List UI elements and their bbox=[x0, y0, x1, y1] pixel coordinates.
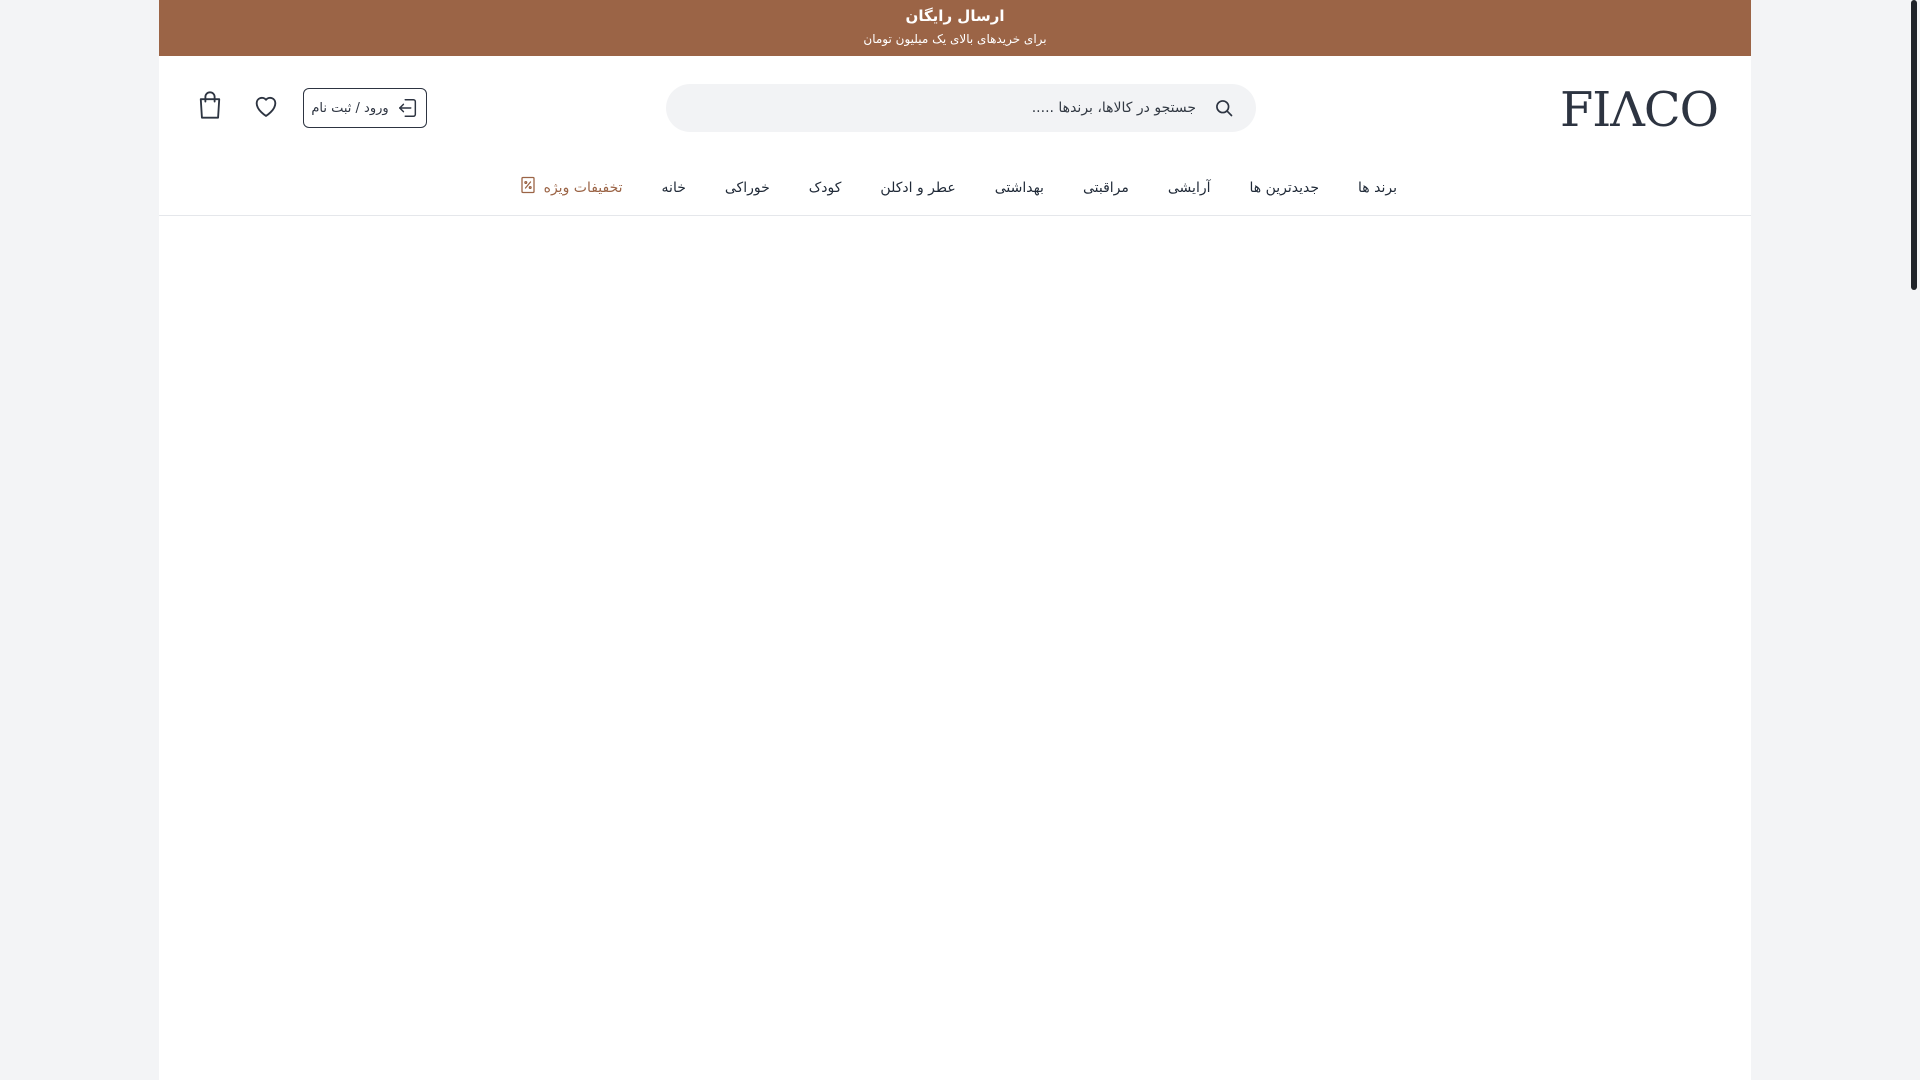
main-nav: برند ها جدیدترین ها آرایشی مراقبتی بهداش… bbox=[159, 160, 1751, 216]
nav-item-makeup[interactable]: آرایشی bbox=[1168, 178, 1211, 198]
search-icon[interactable] bbox=[1212, 96, 1236, 120]
scrollbar-thumb[interactable] bbox=[1911, 0, 1917, 290]
promo-title: ارسال رایگان bbox=[905, 7, 1005, 25]
nav-list: برند ها جدیدترین ها آرایشی مراقبتی بهداش… bbox=[520, 176, 1397, 200]
login-register-button[interactable]: ورود / ثبت نام bbox=[303, 88, 427, 128]
discount-tag-icon bbox=[520, 176, 536, 200]
nav-item-hygiene[interactable]: بهداشتی bbox=[995, 178, 1044, 198]
login-icon bbox=[397, 97, 419, 119]
login-register-label: ورود / ثبت نام bbox=[311, 100, 389, 116]
promo-subtitle: برای خریدهای بالای یک میلیون تومان bbox=[863, 32, 1047, 46]
nav-item-newest[interactable]: جدیدترین ها bbox=[1250, 178, 1320, 198]
special-offers-label: تخفیفات ویژه bbox=[543, 180, 623, 196]
nav-item-perfume[interactable]: عطر و ادکلن bbox=[880, 178, 955, 198]
search-input[interactable] bbox=[666, 88, 1198, 128]
wishlist-button[interactable] bbox=[248, 90, 284, 126]
nav-item-special-offers[interactable]: تخفیفات ویژه bbox=[520, 176, 623, 200]
page-scrollbar[interactable] bbox=[1906, 0, 1920, 1080]
shopping-bag-icon bbox=[196, 90, 224, 124]
nav-item-home[interactable]: خانه bbox=[662, 178, 686, 198]
page-container: ارسال رایگان برای خریدهای بالای یک میلیو… bbox=[159, 0, 1751, 1080]
nav-item-brands[interactable]: برند ها bbox=[1358, 178, 1397, 198]
site-header: FIΛCO ورود / ثبت نام bbox=[159, 56, 1751, 160]
heart-icon bbox=[252, 92, 280, 124]
cart-button[interactable] bbox=[192, 89, 228, 125]
nav-item-kids[interactable]: کودک bbox=[809, 178, 842, 198]
search-bar[interactable] bbox=[666, 84, 1256, 132]
site-logo[interactable]: FIΛCO bbox=[1560, 85, 1719, 135]
promo-banner[interactable]: ارسال رایگان برای خریدهای بالای یک میلیو… bbox=[159, 0, 1751, 56]
nav-item-skincare[interactable]: مراقبتی bbox=[1083, 178, 1129, 198]
nav-item-food[interactable]: خوراکی bbox=[725, 178, 770, 198]
